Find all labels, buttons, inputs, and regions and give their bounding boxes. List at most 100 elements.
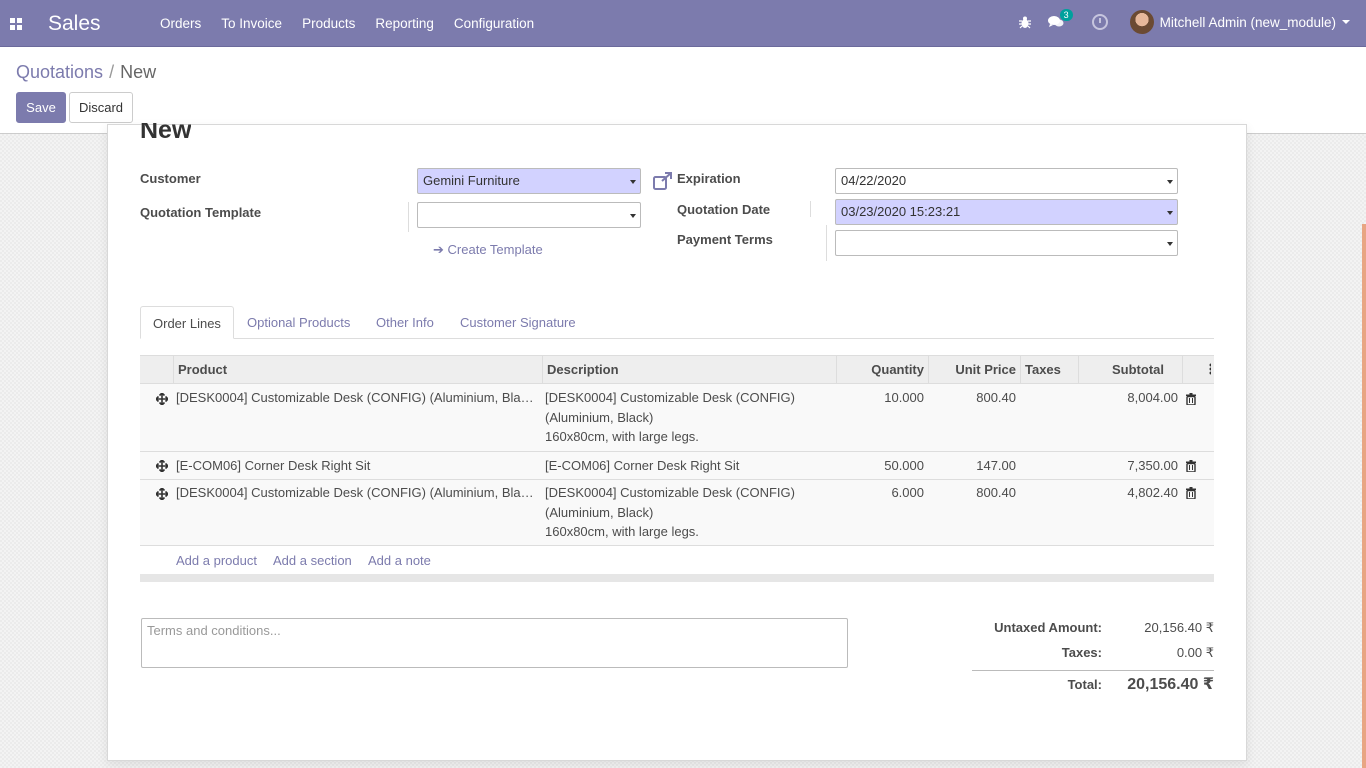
table-row[interactable]: [DESK0004] Customizable Desk (CONFIG) (A… bbox=[140, 384, 1214, 452]
delete-row-trash-icon[interactable] bbox=[1186, 460, 1196, 473]
row-description-line: [E-COM06] Corner Desk Right Sit bbox=[545, 458, 740, 473]
row-unit-price[interactable]: 147.00 bbox=[928, 456, 1016, 476]
quotation-date-field[interactable]: 03/23/2020 15:23:21 bbox=[835, 199, 1178, 225]
order-lines-table: Product Description Quantity Unit Price … bbox=[140, 355, 1214, 582]
control-panel: Quotations / New Save Discard bbox=[0, 47, 1366, 134]
expiration-label: Expiration bbox=[677, 171, 741, 186]
apps-menu-icon[interactable] bbox=[10, 18, 22, 30]
menu-item-reporting[interactable]: Reporting bbox=[375, 16, 434, 31]
customer-dropdown-caret-icon[interactable] bbox=[630, 180, 636, 184]
record-title: New bbox=[140, 123, 192, 144]
tab-order-lines[interactable]: Order Lines bbox=[140, 306, 234, 339]
expiration-dropdown-caret-icon[interactable] bbox=[1167, 180, 1173, 184]
form-view: New Customer Gemini Furniture Quotation … bbox=[0, 123, 1366, 768]
row-description[interactable]: [DESK0004] Customizable Desk (CONFIG) (A… bbox=[545, 388, 795, 447]
menu-item-configuration[interactable]: Configuration bbox=[454, 16, 534, 31]
delete-row-trash-icon[interactable] bbox=[1186, 393, 1196, 406]
total-label: Total: bbox=[1067, 677, 1102, 692]
top-navbar: Sales Orders To Invoice Products Reporti… bbox=[0, 0, 1366, 47]
row-product[interactable]: [DESK0004] Customizable Desk (CONFIG) (A… bbox=[176, 483, 536, 503]
messaging-icon[interactable]: 3 bbox=[1047, 9, 1073, 31]
customer-value: Gemini Furniture bbox=[423, 173, 520, 188]
expiration-field[interactable]: 04/22/2020 bbox=[835, 168, 1178, 194]
row-description-line: (Aluminium, Black) bbox=[545, 409, 654, 425]
row-quantity[interactable]: 50.000 bbox=[836, 456, 924, 476]
row-description-line: [DESK0004] Customizable Desk (CONFIG) bbox=[545, 485, 795, 500]
row-description[interactable]: [DESK0004] Customizable Desk (CONFIG) (A… bbox=[545, 483, 795, 542]
taxes-value: 0.00 ₹ bbox=[1176, 645, 1214, 660]
payment-terms-dropdown-caret-icon[interactable] bbox=[1167, 242, 1173, 246]
totals-summary: Untaxed Amount: 20,156.40 ₹ Taxes: 0.00 … bbox=[972, 618, 1214, 701]
column-header-quantity[interactable]: Quantity bbox=[836, 356, 928, 384]
add-line-links: Add a product Add a section Add a note bbox=[140, 546, 1214, 574]
row-subtotal: 8,004.00 bbox=[1127, 390, 1178, 405]
form-sheet: New Customer Gemini Furniture Quotation … bbox=[107, 123, 1247, 761]
drag-handle-icon[interactable] bbox=[155, 459, 169, 473]
total-row: Total: 20,156.40 ₹ bbox=[972, 671, 1214, 701]
quotation-date-dropdown-caret-icon[interactable] bbox=[1167, 211, 1173, 215]
row-unit-price[interactable]: 800.40 bbox=[928, 388, 1016, 408]
quotation-template-label: Quotation Template bbox=[140, 205, 262, 220]
breadcrumb-quotations-link[interactable]: Quotations bbox=[16, 62, 103, 82]
row-subtotal: 7,350.00 bbox=[1127, 458, 1178, 473]
customer-field[interactable]: Gemini Furniture bbox=[417, 168, 641, 194]
create-template-link[interactable]: ➔ Create Template bbox=[433, 242, 543, 258]
field-divider bbox=[826, 225, 827, 261]
save-button[interactable]: Save bbox=[16, 92, 66, 123]
untaxed-amount-row: Untaxed Amount: 20,156.40 ₹ bbox=[972, 618, 1214, 643]
systray: 3 Mitchell Admin (new_module) bbox=[1016, 9, 1350, 34]
user-menu-caret-icon[interactable] bbox=[1342, 20, 1350, 24]
tab-optional-products[interactable]: Optional Products bbox=[235, 306, 362, 339]
column-header-unit-price[interactable]: Unit Price bbox=[928, 356, 1020, 384]
optional-columns-kebab-icon[interactable] bbox=[1182, 356, 1214, 384]
table-header: Product Description Quantity Unit Price … bbox=[140, 355, 1214, 384]
row-product[interactable]: [DESK0004] Customizable Desk (CONFIG) (A… bbox=[176, 388, 536, 408]
row-product[interactable]: [E-COM06] Corner Desk Right Sit bbox=[176, 456, 536, 476]
menu-item-products[interactable]: Products bbox=[302, 16, 355, 31]
app-name[interactable]: Sales bbox=[48, 12, 101, 36]
tab-other-info[interactable]: Other Info bbox=[364, 306, 446, 339]
column-header-subtotal[interactable]: Subtotal bbox=[1078, 356, 1182, 384]
add-section-link[interactable]: Add a section bbox=[273, 553, 352, 568]
row-description-line: [DESK0004] Customizable Desk (CONFIG) bbox=[545, 390, 795, 405]
taxes-label: Taxes: bbox=[1061, 645, 1102, 660]
column-header-description[interactable]: Description bbox=[542, 356, 836, 384]
untaxed-amount-label: Untaxed Amount: bbox=[994, 620, 1102, 635]
column-header-product[interactable]: Product bbox=[173, 356, 542, 384]
debug-bug-icon[interactable] bbox=[1016, 13, 1034, 31]
payment-terms-field[interactable] bbox=[835, 230, 1178, 256]
tab-customer-signature[interactable]: Customer Signature bbox=[448, 306, 588, 339]
drag-handle-icon[interactable] bbox=[155, 392, 169, 406]
untaxed-amount-value: 20,156.40 ₹ bbox=[1144, 620, 1214, 635]
quotation-date-label: Quotation Date bbox=[677, 202, 771, 217]
quotation-template-dropdown-caret-icon[interactable] bbox=[630, 214, 636, 218]
menu-item-orders[interactable]: Orders bbox=[160, 16, 201, 31]
table-row[interactable]: [DESK0004] Customizable Desk (CONFIG) (A… bbox=[140, 480, 1214, 546]
terms-and-conditions-input[interactable]: Terms and conditions... bbox=[141, 618, 848, 668]
delete-row-trash-icon[interactable] bbox=[1186, 487, 1196, 500]
user-avatar[interactable] bbox=[1129, 10, 1154, 34]
total-value: 20,156.40 ₹ bbox=[1127, 676, 1214, 693]
arrow-right-icon: ➔ bbox=[433, 242, 444, 257]
taxes-row: Taxes: 0.00 ₹ bbox=[972, 643, 1214, 668]
column-header-taxes[interactable]: Taxes bbox=[1020, 356, 1078, 384]
vertical-scrollbar[interactable] bbox=[1362, 224, 1366, 768]
row-description[interactable]: [E-COM06] Corner Desk Right Sit bbox=[545, 456, 739, 476]
row-quantity[interactable]: 10.000 bbox=[836, 388, 924, 408]
discard-button[interactable]: Discard bbox=[69, 92, 133, 123]
row-unit-price[interactable]: 800.40 bbox=[928, 483, 1016, 503]
breadcrumb: Quotations / New bbox=[16, 62, 156, 83]
external-link-icon[interactable] bbox=[653, 172, 673, 190]
row-description-line: 160x80cm, with large legs. bbox=[545, 524, 699, 539]
add-note-link[interactable]: Add a note bbox=[368, 553, 431, 568]
quotation-template-field[interactable] bbox=[417, 202, 641, 228]
add-product-link[interactable]: Add a product bbox=[176, 553, 257, 568]
table-footer bbox=[140, 574, 1214, 582]
drag-handle-icon[interactable] bbox=[155, 487, 169, 501]
row-description-line: 160x80cm, with large legs. bbox=[545, 429, 699, 444]
row-quantity[interactable]: 6.000 bbox=[836, 483, 924, 503]
user-menu-name[interactable]: Mitchell Admin (new_module) bbox=[1160, 15, 1336, 30]
menu-item-to-invoice[interactable]: To Invoice bbox=[221, 16, 282, 31]
table-row[interactable]: [E-COM06] Corner Desk Right Sit [E-COM06… bbox=[140, 452, 1214, 480]
activity-clock-icon[interactable] bbox=[1091, 14, 1108, 30]
